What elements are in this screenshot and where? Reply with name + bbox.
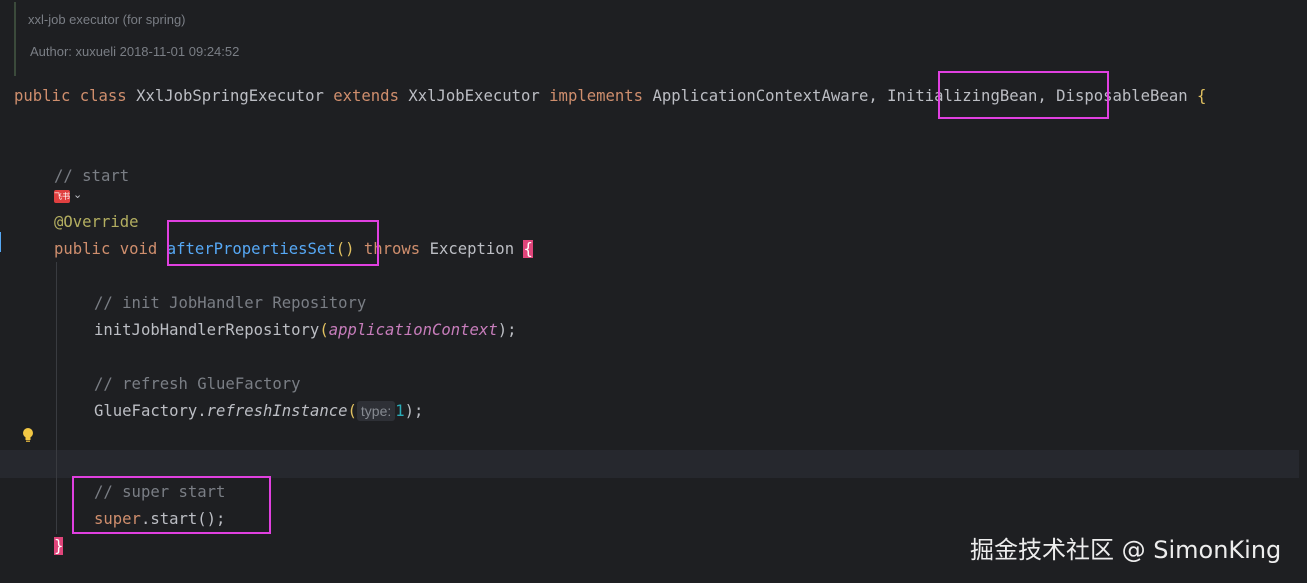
comment-start: // start <box>54 167 130 185</box>
comment-init: // init JobHandler Repository <box>94 294 367 312</box>
gutter-change-marker <box>0 232 4 252</box>
keyword-class: class <box>79 87 127 105</box>
parameter-hint: type: <box>356 401 396 421</box>
doc-comment-author: Author: xuxueli 2018-11-01 09:24:52 <box>30 44 240 59</box>
method-close-brace: } <box>54 537 64 555</box>
dot: . <box>197 402 207 420</box>
lightbulb-icon[interactable] <box>21 427 35 443</box>
doc-comment-block: xxl-job executor (for spring) Author: xu… <box>14 2 616 76</box>
watermark: 掘金技术社区 @ SimonKing <box>970 536 1282 564</box>
method-open-brace: { <box>523 240 533 258</box>
override-annotation: @Override <box>54 213 139 231</box>
highlight-box-initializing-bean <box>938 71 1109 119</box>
current-line-highlight <box>0 450 1307 478</box>
keyword-public: public <box>54 240 111 258</box>
glue-call-line[interactable]: GlueFactory.refreshInstance(type: 1); <box>94 399 423 423</box>
code-editor[interactable]: xxl-job executor (for spring) Author: xu… <box>0 0 1307 583</box>
feishu-icon[interactable]: 飞书 <box>54 190 70 203</box>
application-context-arg: applicationContext <box>328 321 498 339</box>
class-name: XxlJobSpringExecutor <box>136 87 324 105</box>
vertical-scrollbar[interactable] <box>1299 0 1307 583</box>
indent-guide <box>56 262 57 534</box>
keyword-public: public <box>14 87 71 105</box>
interface-application-context-aware: ApplicationContextAware, <box>652 87 878 105</box>
exception-type: Exception <box>429 240 515 258</box>
close-paren: ); <box>497 321 517 339</box>
number-literal: 1 <box>395 402 405 420</box>
chevron-down-icon[interactable]: ⌄ <box>73 188 82 201</box>
open-paren: ( <box>347 402 357 420</box>
open-paren: ( <box>319 321 329 339</box>
init-call-line[interactable]: initJobHandlerRepository(applicationCont… <box>94 318 517 342</box>
doc-comment-title: xxl-job executor (for spring) <box>28 12 186 27</box>
glue-factory-class: GlueFactory <box>94 402 198 420</box>
keyword-implements: implements <box>549 87 644 105</box>
highlight-box-super-start <box>72 476 271 534</box>
keyword-void: void <box>119 240 158 258</box>
method-close-line: } <box>54 534 64 558</box>
keyword-extends: extends <box>333 87 399 105</box>
refresh-instance-method: refreshInstance <box>206 402 348 420</box>
init-method-call: initJobHandlerRepository <box>94 321 320 339</box>
parent-class-name: XxlJobExecutor <box>408 87 540 105</box>
comment-refresh: // refresh GlueFactory <box>94 375 301 393</box>
class-open-brace: { <box>1197 87 1207 105</box>
highlight-box-after-properties-set <box>167 220 379 266</box>
close-paren: ); <box>404 402 424 420</box>
